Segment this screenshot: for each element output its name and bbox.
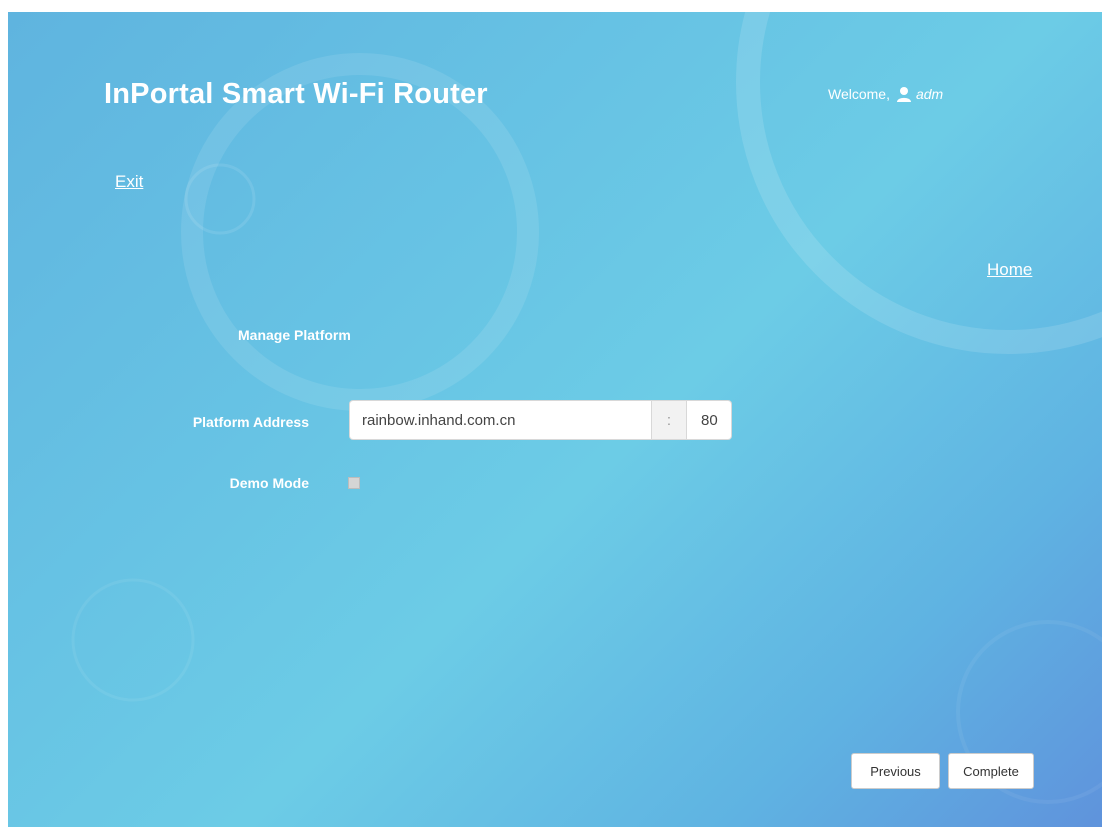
platform-address-group: :	[349, 400, 732, 442]
platform-address-label: Platform Address	[192, 414, 309, 430]
username: adm	[915, 86, 944, 102]
section-title: Manage Platform	[238, 327, 351, 343]
port-separator: :	[651, 400, 687, 440]
platform-port-input[interactable]	[687, 400, 732, 440]
demo-mode-label: Demo Mode	[229, 475, 309, 491]
complete-button[interactable]: Complete	[948, 753, 1034, 789]
page-title: InPortal Smart Wi-Fi Router	[104, 78, 488, 110]
user-icon	[896, 87, 911, 102]
demo-mode-checkbox[interactable]	[348, 477, 360, 489]
welcome-label: Welcome,	[828, 86, 890, 102]
previous-button[interactable]: Previous	[851, 753, 940, 789]
exit-link[interactable]: Exit	[115, 172, 143, 192]
page-frame: InPortal Smart Wi-Fi Router Welcome, adm…	[8, 12, 1102, 827]
welcome-banner: Welcome, adm	[828, 86, 943, 102]
platform-address-input[interactable]	[349, 400, 651, 440]
home-link[interactable]: Home	[987, 260, 1032, 280]
